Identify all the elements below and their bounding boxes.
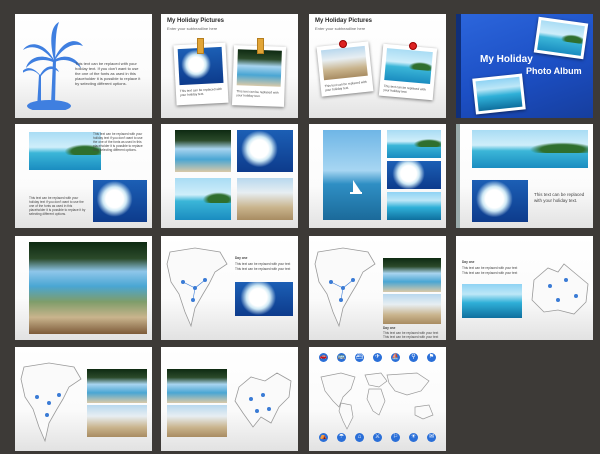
- slide-11-bullet-2: This text can be replaced with your text: [383, 335, 439, 339]
- clip-icon: [257, 38, 264, 54]
- photo: [237, 130, 293, 172]
- slide-11[interactable]: Day one This text can be replaced with y…: [309, 236, 446, 340]
- palm-tree-logo: [23, 22, 83, 110]
- photo: [383, 258, 441, 292]
- slide-7[interactable]: [309, 124, 446, 228]
- spine: [456, 14, 461, 118]
- europe-map: [234, 372, 292, 428]
- tent-icon: ⛺: [319, 433, 328, 442]
- photo: [167, 369, 227, 403]
- north-america-map: [166, 247, 228, 328]
- slide-1-body: This text can be replaced with your holi…: [75, 61, 141, 86]
- slide-3-polaroid-left: This text can be replaced with your holi…: [316, 41, 374, 97]
- fork-icon: ⚔: [373, 433, 382, 442]
- slide-8[interactable]: This text can be replaced with your holi…: [456, 124, 593, 228]
- photo: [175, 130, 231, 172]
- sailboat-icon: [350, 180, 362, 194]
- slide-3-subtitle: Enter your subheadline here: [315, 26, 366, 31]
- slide-11-label: Day one: [383, 326, 396, 330]
- slide-2-subtitle: Enter your subheadline here: [167, 26, 218, 31]
- slide-3-caption-2: This text can be replaced with your holi…: [383, 83, 426, 95]
- slide-3-caption-1: This text can be replaced with your holi…: [324, 79, 367, 93]
- slide-12[interactable]: Day one This text can be replaced with y…: [456, 236, 593, 340]
- map-marker-icon: ⚐: [391, 433, 400, 442]
- pin-icon: [339, 40, 347, 48]
- slide-4[interactable]: My Holiday Photo Album: [456, 14, 593, 118]
- photo: [387, 130, 441, 158]
- slide-12-bullet-1: This text can be replaced with your text: [462, 266, 518, 270]
- slide-12-label: Day one: [462, 260, 475, 264]
- slide-5-body-bottom: This text can be replaced with your holi…: [29, 196, 86, 216]
- slide-15[interactable]: 🚗 🚌 ⛴ ✈ ⛵ ⚲ ⚑ ⛺ ☂ ⌂ ⚔ ⚐ ☀ ✉: [309, 347, 446, 451]
- slide-10[interactable]: Day one This text can be replaced with y…: [161, 236, 298, 340]
- sun-icon: ☀: [409, 433, 418, 442]
- photo: [320, 45, 368, 81]
- slide-10-bullet-2: This text can be replaced with your text: [235, 267, 291, 271]
- slide-13[interactable]: [15, 347, 152, 451]
- photo: [383, 294, 441, 324]
- photo: [475, 76, 523, 112]
- photo: [384, 48, 433, 84]
- photo: [236, 49, 282, 87]
- slide-10-bullet-1: This text can be replaced with your text: [235, 262, 291, 266]
- photo: [387, 161, 441, 189]
- ship-icon: ⛴: [355, 353, 364, 362]
- photo: [29, 132, 101, 170]
- photo: [537, 20, 585, 56]
- car-icon: 🚗: [319, 353, 328, 362]
- slide-12-bullet-2: This text can be replaced with your text: [462, 271, 518, 275]
- north-america-map: [314, 247, 376, 328]
- slide-5-body-top: This text can be replaced with your holi…: [93, 132, 143, 152]
- spine: [456, 124, 460, 228]
- photo: [235, 282, 293, 316]
- photo: [87, 405, 147, 437]
- photo: [93, 180, 147, 222]
- sailboat-icon: ⛵: [391, 353, 400, 362]
- pin-icon: [409, 42, 417, 50]
- slide-4-title-line2: Photo Album: [526, 66, 582, 76]
- photo: [462, 284, 522, 318]
- train-icon: ⚑: [427, 353, 436, 362]
- slide-2-title: My Holiday Pictures: [167, 18, 225, 24]
- photo: [472, 130, 588, 168]
- slide-14[interactable]: [161, 347, 298, 451]
- camera-icon: ✉: [427, 433, 436, 442]
- bicycle-icon: ⚲: [409, 353, 418, 362]
- slide-3[interactable]: My Holiday Pictures Enter your subheadli…: [309, 14, 446, 118]
- slide-2-caption-2: This text can be replaced with your holi…: [236, 89, 279, 99]
- photo: [87, 369, 147, 403]
- slide-2-polaroid-right: This text can be replaced with your holi…: [231, 45, 287, 107]
- photo: [237, 178, 293, 220]
- slide-3-title: My Holiday Pictures: [315, 18, 373, 24]
- slide-8-caption: This text can be replaced with your holi…: [534, 192, 585, 203]
- slide-2-caption-1: This text can be replaced with your holi…: [179, 86, 223, 98]
- slide-3-polaroid-right: This text can be replaced with your holi…: [378, 43, 438, 101]
- slide-9[interactable]: [15, 236, 152, 340]
- slide-4-title-line1: My Holiday: [480, 54, 533, 65]
- slide-2[interactable]: My Holiday Pictures Enter your subheadli…: [161, 14, 298, 118]
- north-america-map: [20, 362, 82, 443]
- slide-6[interactable]: [161, 124, 298, 228]
- photo: [472, 180, 528, 222]
- clip-icon: [197, 38, 204, 54]
- world-map: [320, 372, 434, 430]
- slide-10-label: Day one: [235, 256, 248, 260]
- slide-4-photo-top: [533, 16, 589, 60]
- slide-5[interactable]: This text can be replaced with your holi…: [15, 124, 152, 228]
- photo: [175, 178, 231, 220]
- plane-icon: ✈: [373, 353, 382, 362]
- bus-icon: 🚌: [337, 353, 346, 362]
- slide-4-photo-bottom: [472, 73, 526, 115]
- bed-icon: ⌂: [355, 433, 364, 442]
- australia-map: [531, 263, 589, 315]
- photo: [29, 242, 147, 334]
- photo: [323, 130, 381, 220]
- umbrella-icon: ☂: [337, 433, 346, 442]
- photo: [387, 192, 441, 220]
- photo: [167, 405, 227, 437]
- slide-1[interactable]: This text can be replaced with your holi…: [15, 14, 152, 118]
